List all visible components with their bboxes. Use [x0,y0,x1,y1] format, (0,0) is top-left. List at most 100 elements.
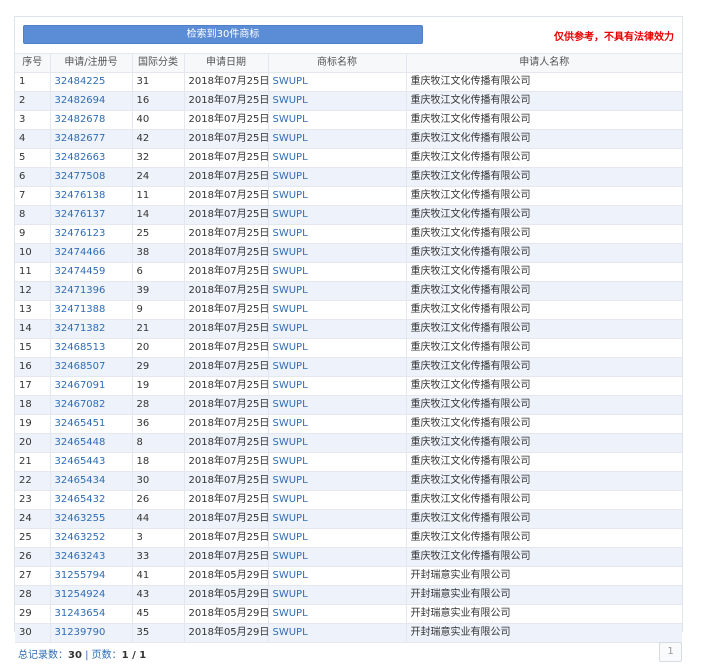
reg-number-link[interactable]: 32467082 [50,395,133,415]
mark-name-link[interactable]: SWUPL [268,604,407,624]
row-index: 4 [15,129,51,149]
applicant-cell: 重庆牧江文化传播有限公司 [406,167,682,187]
table-row: 19 32465451 36 2018年07月25日 SWUPL 重庆牧江文化传播有限公司 [15,414,682,434]
class-cell: 20 [132,338,185,358]
class-cell: 24 [132,167,185,187]
applicant-cell: 重庆牧江文化传播有限公司 [406,186,682,206]
row-index: 9 [15,224,51,244]
total-label: 总记录数： [18,650,68,661]
reg-number-link[interactable]: 32465432 [50,490,133,510]
date-cell: 2018年07月25日 [184,129,269,149]
reg-number-link[interactable]: 32474466 [50,243,133,263]
reg-number-link[interactable]: 32484225 [50,72,133,92]
reg-number-link[interactable]: 32465451 [50,414,133,434]
mark-name-link[interactable]: SWUPL [268,395,407,415]
reg-number-link[interactable]: 31243654 [50,604,133,624]
reg-number-link[interactable]: 32482678 [50,110,133,130]
mark-name-link[interactable]: SWUPL [268,129,407,149]
mark-name-link[interactable]: SWUPL [268,262,407,282]
mark-name-link[interactable]: SWUPL [268,205,407,225]
reg-number-link[interactable]: 32474459 [50,262,133,282]
mark-name-link[interactable]: SWUPL [268,300,407,320]
col-header-applicant: 申请人名称 [406,53,682,73]
row-index: 14 [15,319,51,339]
table-header-row: 序号 申请/注册号 国际分类 申请日期 商标名称 申请人名称 [15,53,682,73]
mark-name-link[interactable]: SWUPL [268,319,407,339]
date-cell: 2018年07月25日 [184,338,269,358]
result-count-button[interactable]: 检索到30件商标 [23,25,423,44]
applicant-cell: 开封瑞意实业有限公司 [406,585,682,605]
page-1-button[interactable]: 1 [659,642,682,662]
table-row: 26 32463243 33 2018年07月25日 SWUPL 重庆牧江文化传播有限公司 [15,547,682,567]
mark-name-link[interactable]: SWUPL [268,148,407,168]
mark-name-link[interactable]: SWUPL [268,452,407,472]
applicant-cell: 重庆牧江文化传播有限公司 [406,509,682,529]
reg-number-link[interactable]: 32463243 [50,547,133,567]
reg-number-link[interactable]: 32468507 [50,357,133,377]
reg-number-link[interactable]: 32476137 [50,205,133,225]
table-row: 15 32468513 20 2018年07月25日 SWUPL 重庆牧江文化传播有限公司 [15,338,682,358]
table-row: 22 32465434 30 2018年07月25日 SWUPL 重庆牧江文化传播有限公司 [15,471,682,491]
mark-name-link[interactable]: SWUPL [268,585,407,605]
mark-name-link[interactable]: SWUPL [268,186,407,206]
mark-name-link[interactable]: SWUPL [268,72,407,92]
date-cell: 2018年07月25日 [184,300,269,320]
pagination-summary: 总记录数：30 | 页数：1 / 1 [18,646,146,661]
applicant-cell: 重庆牧江文化传播有限公司 [406,300,682,320]
table-row: 13 32471388 9 2018年07月25日 SWUPL 重庆牧江文化传播有限公司 [15,300,682,320]
reg-number-link[interactable]: 32465434 [50,471,133,491]
reg-number-link[interactable]: 32482677 [50,129,133,149]
reg-number-link[interactable]: 32477508 [50,167,133,187]
mark-name-link[interactable]: SWUPL [268,490,407,510]
col-header-class: 国际分类 [132,53,185,73]
mark-name-link[interactable]: SWUPL [268,471,407,491]
mark-name-link[interactable]: SWUPL [268,414,407,434]
mark-name-link[interactable]: SWUPL [268,623,407,643]
class-cell: 39 [132,281,185,301]
mark-name-link[interactable]: SWUPL [268,357,407,377]
mark-name-link[interactable]: SWUPL [268,547,407,567]
row-index: 12 [15,281,51,301]
reg-number-link[interactable]: 32463255 [50,509,133,529]
reg-number-link[interactable]: 32482694 [50,91,133,111]
mark-name-link[interactable]: SWUPL [268,224,407,244]
reg-number-link[interactable]: 32463252 [50,528,133,548]
reg-number-link[interactable]: 32482663 [50,148,133,168]
reg-number-link[interactable]: 32471388 [50,300,133,320]
reg-number-link[interactable]: 32476138 [50,186,133,206]
reg-number-link[interactable]: 32465443 [50,452,133,472]
reg-number-link[interactable]: 32476123 [50,224,133,244]
table-body: 1 32484225 31 2018年07月25日 SWUPL 重庆牧江文化传播有限公司 2… [15,72,682,643]
reg-number-link[interactable]: 32471382 [50,319,133,339]
mark-name-link[interactable]: SWUPL [268,433,407,453]
row-index: 20 [15,433,51,453]
date-cell: 2018年05月29日 [184,566,269,586]
reg-number-link[interactable]: 31239790 [50,623,133,643]
mark-name-link[interactable]: SWUPL [268,167,407,187]
mark-name-link[interactable]: SWUPL [268,509,407,529]
reg-number-link[interactable]: 32471396 [50,281,133,301]
mark-name-link[interactable]: SWUPL [268,243,407,263]
class-cell: 9 [132,300,185,320]
table-row: 12 32471396 39 2018年07月25日 SWUPL 重庆牧江文化传播有限公司 [15,281,682,301]
mark-name-link[interactable]: SWUPL [268,528,407,548]
mark-name-link[interactable]: SWUPL [268,281,407,301]
mark-name-link[interactable]: SWUPL [268,110,407,130]
mark-name-link[interactable]: SWUPL [268,338,407,358]
row-index: 23 [15,490,51,510]
date-cell: 2018年07月25日 [184,186,269,206]
mark-name-link[interactable]: SWUPL [268,566,407,586]
date-cell: 2018年07月25日 [184,167,269,187]
pages-value: 1 / 1 [121,650,147,661]
table-row: 7 32476138 11 2018年07月25日 SWUPL 重庆牧江文化传播有限公司 [15,186,682,206]
date-cell: 2018年07月25日 [184,509,269,529]
class-cell: 40 [132,110,185,130]
reg-number-link[interactable]: 32468513 [50,338,133,358]
reg-number-link[interactable]: 31255794 [50,566,133,586]
mark-name-link[interactable]: SWUPL [268,376,407,396]
mark-name-link[interactable]: SWUPL [268,91,407,111]
reg-number-link[interactable]: 32467091 [50,376,133,396]
reg-number-link[interactable]: 32465448 [50,433,133,453]
table-row: 2 32482694 16 2018年07月25日 SWUPL 重庆牧江文化传播有限公司 [15,91,682,111]
reg-number-link[interactable]: 31254924 [50,585,133,605]
